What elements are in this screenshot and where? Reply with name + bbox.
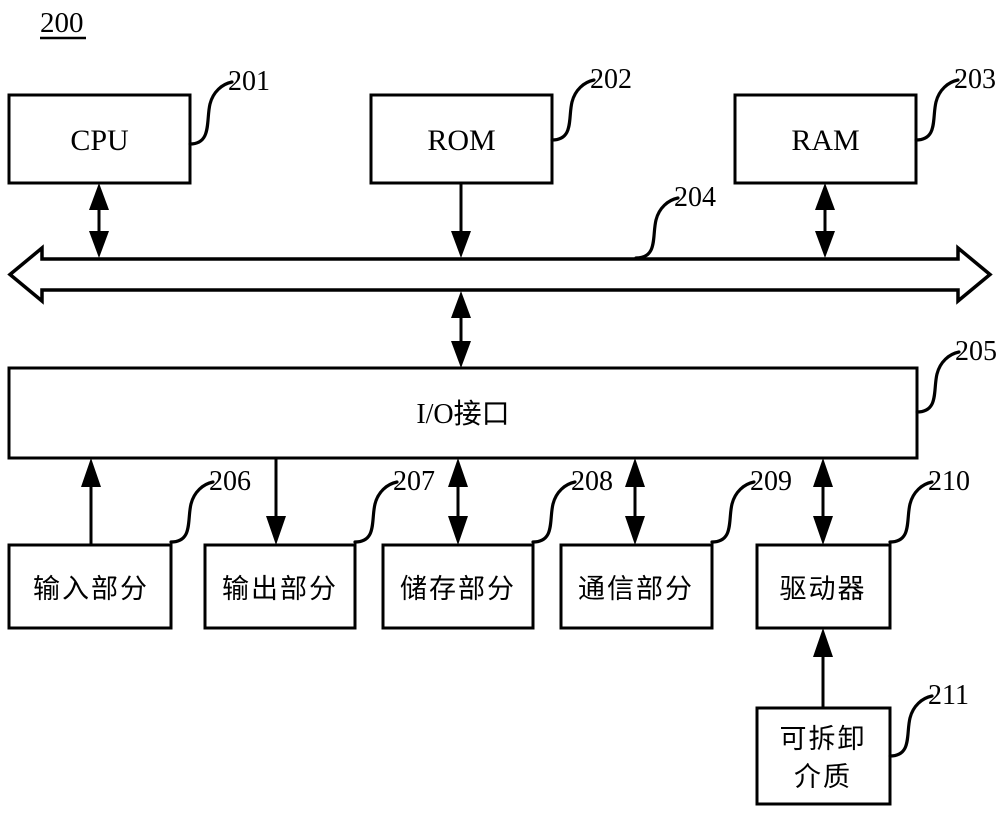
ref-number-206: 206 <box>209 466 251 497</box>
ram-label: RAM <box>791 124 859 157</box>
io-driver-arrowhead-down <box>813 516 833 545</box>
leader-line-209 <box>710 480 756 544</box>
ref-number-202: 202 <box>590 64 632 95</box>
node-communication-part[interactable]: 通信部分 <box>559 543 714 630</box>
node-input-part[interactable]: 输入部分 <box>7 543 173 630</box>
driver-label: 驱动器 <box>780 574 867 605</box>
bus-io-arrowhead-down <box>451 341 471 368</box>
rom-bus-arrowhead-down <box>451 231 471 258</box>
ram-bus-arrowhead-up <box>815 183 835 210</box>
leader-line-204 <box>634 196 680 260</box>
storage-part-label: 储存部分 <box>400 574 516 605</box>
io-storage-arrowhead-down <box>448 516 468 545</box>
node-io-interface[interactable]: I/O接口 <box>7 366 919 460</box>
connector-input-io <box>81 458 101 545</box>
ref-leader-202: 202 <box>550 64 632 142</box>
ref-number-201: 201 <box>228 66 270 97</box>
ref-number-211: 211 <box>928 680 969 711</box>
ram-bus-arrowhead-down <box>815 231 835 258</box>
ref-leader-210: 210 <box>888 466 970 544</box>
ref-number-205: 205 <box>955 336 997 367</box>
ref-leader-204: 204 <box>634 182 716 260</box>
input-io-arrowhead-up <box>81 458 101 487</box>
node-storage-part[interactable]: 储存部分 <box>381 543 535 630</box>
removable-media-label-line1: 可拆卸 <box>780 724 867 755</box>
io-interface-label: I/O接口 <box>416 398 509 430</box>
node-removable-media[interactable]: 可拆卸 介质 <box>755 706 892 806</box>
connector-bus-io <box>451 291 471 368</box>
ref-number-204: 204 <box>674 182 716 213</box>
connector-io-communication <box>625 458 645 545</box>
leader-line-202 <box>550 78 596 142</box>
input-part-label: 输入部分 <box>33 574 149 605</box>
connector-io-output <box>266 458 286 545</box>
node-rom[interactable]: ROM <box>369 93 554 185</box>
ref-leader-201: 201 <box>188 66 270 146</box>
leader-line-208 <box>531 480 577 544</box>
io-driver-arrowhead-up <box>813 458 833 487</box>
connector-rom-bus <box>451 183 471 258</box>
rom-label: ROM <box>427 124 495 157</box>
ref-leader-203: 203 <box>914 64 996 142</box>
figure-number: 200 <box>40 7 84 39</box>
cpu-label: CPU <box>70 124 129 157</box>
io-communication-arrowhead-up <box>625 458 645 487</box>
ref-number-207: 207 <box>393 466 435 497</box>
connector-media-driver <box>813 628 833 708</box>
diagram-canvas: 200 CPU 201 ROM 202 RAM 203 204 I/O接口 20… <box>0 0 1000 813</box>
node-output-part[interactable]: 输出部分 <box>203 543 357 630</box>
connector-io-storage <box>448 458 468 545</box>
io-communication-arrowhead-down <box>625 516 645 545</box>
cpu-bus-arrowhead-up <box>89 183 109 210</box>
leader-line-207 <box>353 480 399 544</box>
removable-media-label-line2: 介质 <box>794 762 852 793</box>
ref-leader-211: 211 <box>888 680 969 758</box>
leader-line-205 <box>915 350 961 414</box>
leader-line-201 <box>188 80 234 146</box>
node-driver[interactable]: 驱动器 <box>755 543 892 630</box>
connector-ram-bus <box>815 183 835 258</box>
figure-number-group: 200 <box>40 7 86 40</box>
leader-line-206 <box>169 480 215 544</box>
io-output-arrowhead-down <box>266 516 286 545</box>
bus-io-arrowhead-up <box>451 291 471 318</box>
leader-line-203 <box>914 78 960 142</box>
node-cpu[interactable]: CPU <box>7 93 192 185</box>
connector-cpu-bus <box>89 183 109 258</box>
ref-number-203: 203 <box>954 64 996 95</box>
io-storage-arrowhead-up <box>448 458 468 487</box>
leader-line-211 <box>888 694 934 758</box>
ref-leader-205: 205 <box>915 336 997 414</box>
ref-leader-208: 208 <box>531 466 613 544</box>
node-system-bus[interactable] <box>7 244 993 305</box>
communication-part-label: 通信部分 <box>578 574 694 605</box>
ref-leader-209: 209 <box>710 466 792 544</box>
system-bus-shape[interactable] <box>7 244 993 305</box>
ref-number-208: 208 <box>571 466 613 497</box>
system-architecture-diagram: 200 CPU 201 ROM 202 RAM 203 204 I/O接口 20… <box>7 7 997 806</box>
cpu-bus-arrowhead-down <box>89 231 109 258</box>
output-part-label: 输出部分 <box>222 574 338 605</box>
ref-leader-207: 207 <box>353 466 435 544</box>
ref-number-210: 210 <box>928 466 970 497</box>
leader-line-210 <box>888 480 934 544</box>
node-ram[interactable]: RAM <box>733 93 918 185</box>
media-driver-arrowhead-up <box>813 628 833 657</box>
connector-io-driver <box>813 458 833 545</box>
ref-leader-206: 206 <box>169 466 251 544</box>
ref-number-209: 209 <box>750 466 792 497</box>
